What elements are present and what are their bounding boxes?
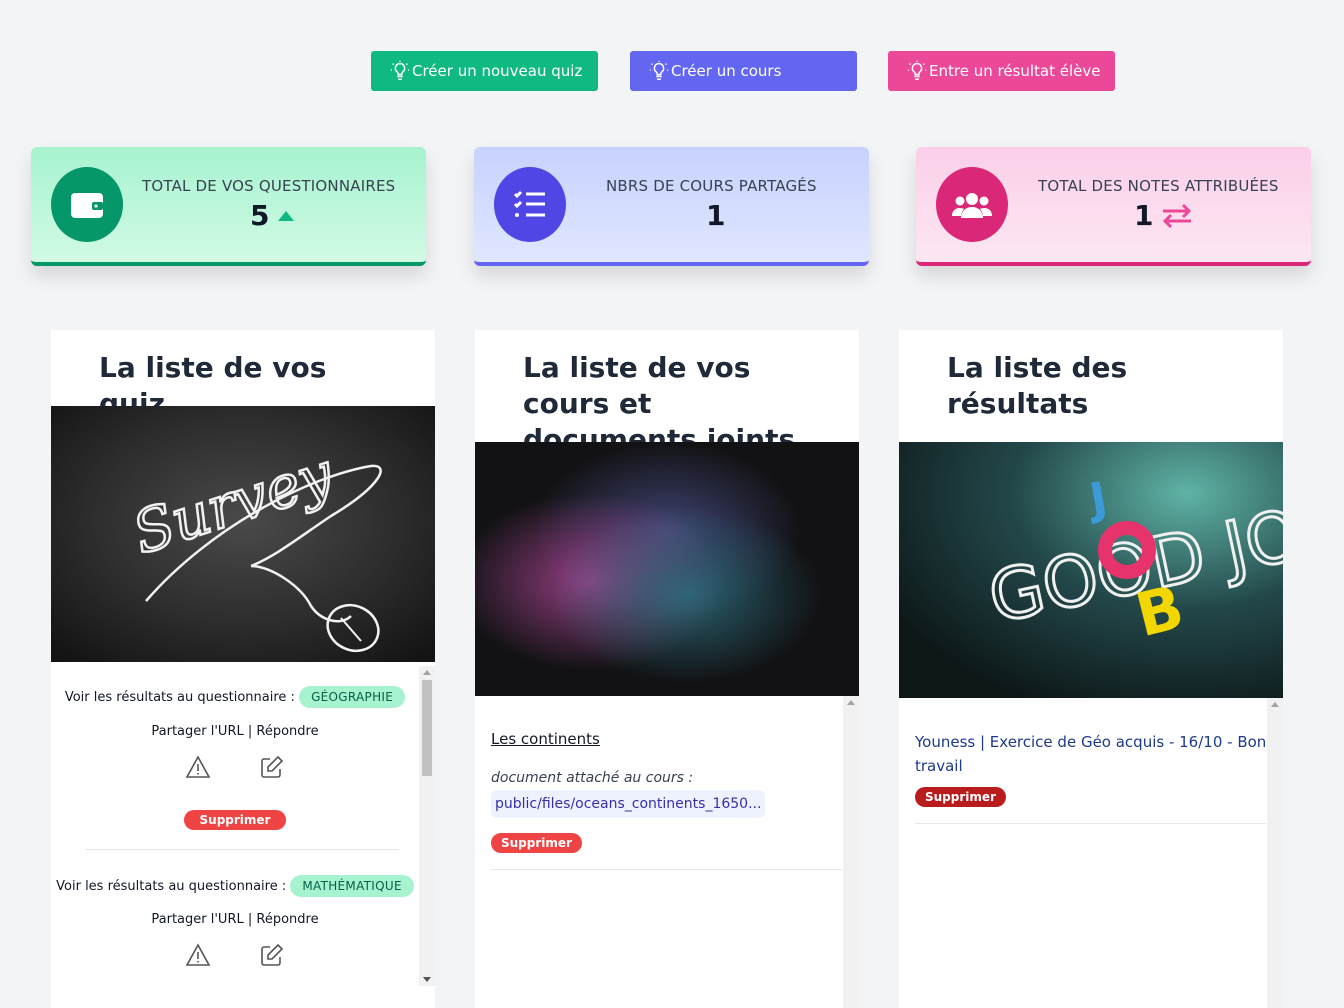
abstract-blur-image xyxy=(475,442,859,696)
stat-label: TOTAL DES NOTES ATTRIBUÉES xyxy=(1038,177,1279,195)
create-course-label: Créer un cours xyxy=(671,62,782,80)
link-separator: | xyxy=(247,912,253,927)
course-list-scrollbar[interactable] xyxy=(843,696,859,1008)
stat-card-courses: NBRS DE COURS PARTAGÉS 1 xyxy=(474,147,869,266)
share-url-link[interactable]: Partager l'URL xyxy=(151,724,243,739)
results-list-card: La liste des résultats GOOD JOB J B Youn… xyxy=(899,330,1283,1008)
answer-link[interactable]: Répondre xyxy=(256,912,318,927)
stat-number: 5 xyxy=(250,199,270,232)
lightbulb-icon xyxy=(649,60,669,80)
warning-icon[interactable] xyxy=(185,754,211,780)
results-link-text[interactable]: Voir les résultats au questionnaire : xyxy=(65,690,295,705)
share-answer-row: Partager l'URL | Répondre xyxy=(51,724,419,739)
results-link-text[interactable]: Voir les résultats au questionnaire : xyxy=(56,879,286,894)
list-item: Voir les résultats au questionnaire : GÉ… xyxy=(51,686,419,708)
enter-result-label: Entre un résultat élève xyxy=(929,62,1101,80)
lightbulb-icon xyxy=(390,60,410,80)
course-title-link[interactable]: Les continents xyxy=(491,730,600,748)
answer-link[interactable]: Répondre xyxy=(256,724,318,739)
delete-row: Supprimer xyxy=(51,810,419,830)
share-answer-row: Partager l'URL | Répondre xyxy=(51,912,419,927)
share-url-link[interactable]: Partager l'URL xyxy=(151,912,243,927)
divider xyxy=(85,849,399,850)
good-job-image: GOOD JOB J B xyxy=(899,442,1283,698)
stat-card-questionnaires: TOTAL DE VOS QUESTIONNAIRES 5 xyxy=(31,147,426,266)
attached-label: document attaché au cours : xyxy=(491,770,694,786)
stat-number: 1 xyxy=(706,199,726,232)
lightbulb-icon xyxy=(907,60,927,80)
delete-row: Supprimer xyxy=(915,786,1006,807)
caret-up-icon xyxy=(278,210,295,221)
quiz-actions xyxy=(51,754,419,780)
card-title: La liste des résultats xyxy=(947,351,1128,420)
quiz-actions xyxy=(51,942,419,968)
delete-quiz-button[interactable]: Supprimer xyxy=(183,810,287,830)
create-quiz-button[interactable]: Créer un nouveau quiz xyxy=(371,51,598,91)
list-item: Voir les résultats au questionnaire : MA… xyxy=(51,875,419,897)
quiz-list-scrollbar[interactable] xyxy=(419,666,435,986)
edit-icon[interactable] xyxy=(259,754,285,780)
result-link[interactable]: Youness | Exercice de Géo acquis - 16/10… xyxy=(915,730,1267,778)
stat-value: 1 xyxy=(1134,199,1193,232)
divider xyxy=(915,823,1266,824)
users-icon xyxy=(936,167,1008,242)
stat-label: NBRS DE COURS PARTAGÉS xyxy=(606,177,817,195)
list-check-icon xyxy=(494,167,566,242)
delete-course-button[interactable]: Supprimer xyxy=(491,833,582,853)
survey-chalkboard-image: Survey xyxy=(51,406,435,662)
stat-value: 1 xyxy=(706,199,725,232)
quiz-list-card: La liste de vos quiz Survey Voir les rés… xyxy=(51,330,435,1008)
subject-badge[interactable]: MATHÉMATIQUE xyxy=(290,875,414,897)
stat-label: TOTAL DE VOS QUESTIONNAIRES xyxy=(142,177,396,195)
create-course-button[interactable]: Créer un cours xyxy=(630,51,857,91)
subject-badge[interactable]: GÉOGRAPHIE xyxy=(299,686,406,708)
link-separator: | xyxy=(247,724,253,739)
wallet-icon xyxy=(51,167,123,242)
edit-icon[interactable] xyxy=(259,942,285,968)
attached-file-link[interactable]: public/files/oceans_continents_1650... xyxy=(491,790,766,818)
warning-icon[interactable] xyxy=(185,942,211,968)
stat-number: 1 xyxy=(1134,199,1154,232)
enter-result-button[interactable]: Entre un résultat élève xyxy=(888,51,1115,91)
create-quiz-label: Créer un nouveau quiz xyxy=(412,62,583,80)
divider xyxy=(491,869,842,870)
stat-value: 5 xyxy=(250,199,295,232)
course-list-card: La liste de vos cours et documents joint… xyxy=(475,330,859,1008)
delete-result-button[interactable]: Supprimer xyxy=(915,787,1006,807)
results-list-scrollbar[interactable] xyxy=(1267,698,1283,1008)
delete-row: Supprimer xyxy=(491,832,582,853)
exchange-icon xyxy=(1163,203,1192,228)
stat-card-grades: TOTAL DES NOTES ATTRIBUÉES 1 xyxy=(916,147,1311,266)
